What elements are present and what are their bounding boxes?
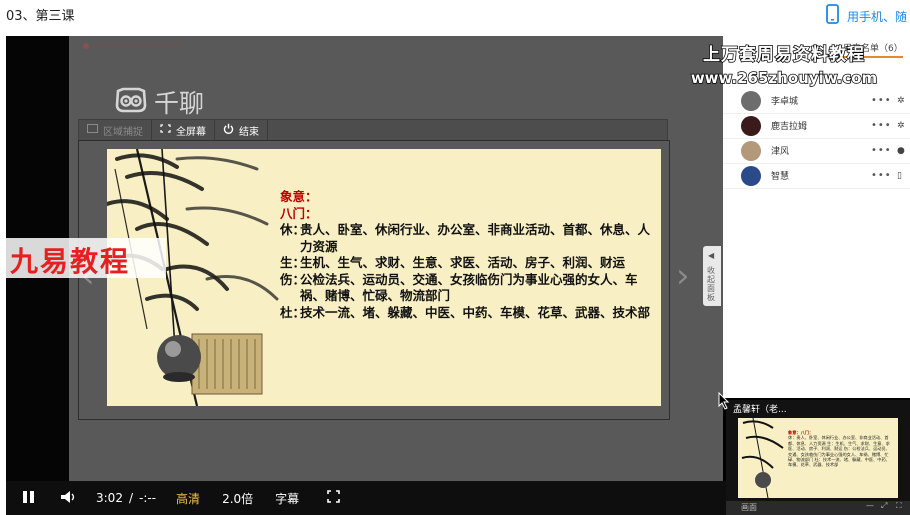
slide-row: 杜： 技术一流、堵、躲藏、中医、中药、车模、花草、武器、技术部 <box>280 305 660 322</box>
minimize-icon[interactable]: — <box>866 501 874 510</box>
watermark-right-line2: www.265zhouyiw.com <box>690 68 878 88</box>
user-row[interactable]: 鹿吉拉姆 ••• ✲ <box>723 113 910 139</box>
region-capture-label: 区域捕捉 <box>103 126 143 138</box>
camera-toolbar: 画面 — ⤢ ⛶ <box>726 501 910 515</box>
more-icon[interactable]: ••• <box>871 120 897 131</box>
slide-row-value: 生机、生气、求财、生意、求医、活动、房子、利润、财运 <box>300 255 626 270</box>
camera-bamboo-illustration <box>741 418 784 498</box>
fullscreen-icon[interactable]: ⛶ <box>896 501 902 511</box>
camera-slide-text: 象意：八门： 休：贵人、卧室、休闲行业、办公室、非商业活动、首都、休息、人力资源… <box>788 430 893 468</box>
speed-button[interactable]: 2.0倍 <box>222 490 253 507</box>
share-toolbar: 区域捕捉 全屏幕 结束 <box>78 119 668 141</box>
more-icon[interactable]: ••• <box>871 170 897 181</box>
mobile-view-label: 用手机、随 <box>847 9 908 24</box>
slide-text: 象意： 八门： 休： 贵人、卧室、休闲行业、办公室、非商业活动、首都、休息、人力资… <box>280 189 660 321</box>
slide-row-value: 贵人、卧室、休闲行业、办公室、非商业活动、首都、休息、人力资源 <box>300 222 651 254</box>
page-title: 03、第三课 <box>6 9 75 24</box>
collapse-panel-label: 收起面板 <box>707 266 715 302</box>
avatar <box>741 115 761 136</box>
owl-logo-icon <box>114 87 148 117</box>
time-separator: / <box>128 491 133 505</box>
camera-thumbnail[interactable]: 孟馨轩（老... 象意：八门： 休：贵人、卧室、休闲行业、办公室、非商业活动、首… <box>726 400 910 515</box>
camera-slide-body: 休：贵人、卧室、休闲行业、办公室、非商业活动、首都、休息、人力资源 生：生机、生… <box>788 435 890 468</box>
expand-icon[interactable]: ⤢ <box>881 501 887 511</box>
quality-button[interactable]: 高清 <box>176 490 200 507</box>
camera-slide-preview: 象意：八门： 休：贵人、卧室、休闲行业、办公室、非商业活动、首都、休息、人力资源… <box>738 418 898 498</box>
user-list-panel: 用户名单（6） 李卓城 ••• ✲ 鹿吉拉姆 ••• ✲ 津风 ••• ● 智慧… <box>723 36 910 398</box>
more-icon[interactable]: ••• <box>871 145 897 156</box>
chevron-left-icon: ◀ <box>708 251 715 260</box>
end-share-button[interactable]: 结束 <box>215 120 268 140</box>
slide-row-key: 伤： <box>280 271 306 287</box>
app-logo-text: 千聊 <box>154 89 205 118</box>
speaker-icon <box>61 490 75 503</box>
apple-icon: ● <box>897 145 905 156</box>
avatar <box>741 165 761 186</box>
slide-row: 伤： 公检法兵、运动员、交通、女孩临伤门为事业心强的女人、车祸、赌博、忙碌、物流部… <box>280 272 660 305</box>
watermark-left-text: 九易教程 <box>10 245 131 278</box>
mobile-view-link[interactable]: 用手机、随 <box>826 4 907 28</box>
total-time: -:-- <box>139 491 157 505</box>
slide-heading-1: 象意： <box>280 189 318 204</box>
user-name: 津风 <box>771 147 790 157</box>
subtitle-button[interactable]: 字幕 <box>275 490 299 507</box>
fullscreen-share-label: 全屏幕 <box>176 126 206 138</box>
region-capture-icon <box>87 124 98 136</box>
slide-row-key: 生： <box>280 255 306 270</box>
end-share-label: 结束 <box>239 126 259 138</box>
settings-icon: ✲ <box>897 95 905 106</box>
player-controls: 3:02 / -:-- 高清 2.0倍 字幕 <box>6 481 726 515</box>
phone-icon <box>826 4 839 28</box>
slide-row-key: 杜： <box>280 304 306 320</box>
app-logo: 千聊 <box>114 84 204 120</box>
video-player[interactable]: 千聊 区域捕捉 全屏幕 结束 象意： 八门： 休： 贵人、卧室、休闲行业、办公室… <box>6 36 910 515</box>
user-row[interactable]: 智慧 ••• ▯ <box>723 163 910 189</box>
collapse-panel-tab[interactable]: ◀ 收起面板 <box>703 246 721 306</box>
slide-row-value: 公检法兵、运动员、交通、女孩临伤门为事业心强的女人、车祸、赌博、忙碌、物流部门 <box>300 271 638 304</box>
slide-heading-2: 八门： <box>280 205 318 221</box>
user-row[interactable]: 津风 ••• ● <box>723 138 910 164</box>
volume-button[interactable] <box>60 490 78 507</box>
watermark-left: 九易教程 <box>6 238 166 278</box>
more-icon[interactable]: ••• <box>871 95 897 106</box>
fullscreen-icon <box>160 124 171 136</box>
slide-row-key: 休： <box>280 222 306 237</box>
user-name: 智慧 <box>771 172 790 182</box>
watermark-right-line1: 上万套周易资料教程 <box>702 44 865 66</box>
top-bar: 03、第三课 用手机、随 <box>0 0 910 30</box>
camera-presenter-name: 孟馨轩（老... <box>733 405 787 415</box>
avatar <box>741 140 761 161</box>
pause-button[interactable] <box>22 490 36 507</box>
camera-toolbar-label: 画面 <box>741 503 757 512</box>
pause-icon <box>23 490 34 503</box>
mouse-cursor-icon <box>718 392 730 410</box>
fullscreen-share-button[interactable]: 全屏幕 <box>152 120 215 140</box>
next-slide-icon[interactable]: › <box>676 256 690 296</box>
user-name: 李卓城 <box>771 97 799 107</box>
fullscreen-icon <box>327 490 340 503</box>
slide-row-value: 技术一流、堵、躲藏、中医、中药、车模、花草、武器、技术部 <box>300 304 651 320</box>
phone-device-icon: ▯ <box>897 170 902 181</box>
stage-mark <box>83 41 193 51</box>
power-icon <box>223 123 234 137</box>
user-name: 鹿吉拉姆 <box>771 122 808 132</box>
current-time: 3:02 <box>96 491 123 505</box>
fullscreen-button[interactable] <box>327 490 340 506</box>
region-capture-button[interactable]: 区域捕捉 <box>79 120 152 140</box>
screen-share-stage: 千聊 区域捕捉 全屏幕 结束 象意： 八门： 休： 贵人、卧室、休闲行业、办公室… <box>69 36 723 481</box>
slide-row: 休： 贵人、卧室、休闲行业、办公室、非商业活动、首都、休息、人力资源 <box>280 222 660 255</box>
settings-icon: ✲ <box>897 120 905 131</box>
avatar <box>741 90 761 111</box>
slide-row: 生： 生机、生气、求财、生意、求医、活动、房子、利润、财运 <box>280 255 660 272</box>
user-row[interactable]: 李卓城 ••• ✲ <box>723 88 910 114</box>
slide: 象意： 八门： 休： 贵人、卧室、休闲行业、办公室、非商业活动、首都、休息、人力资… <box>107 149 661 406</box>
watermark-right: 上万套周易资料教程 www.265zhouyiw.com <box>676 40 892 88</box>
